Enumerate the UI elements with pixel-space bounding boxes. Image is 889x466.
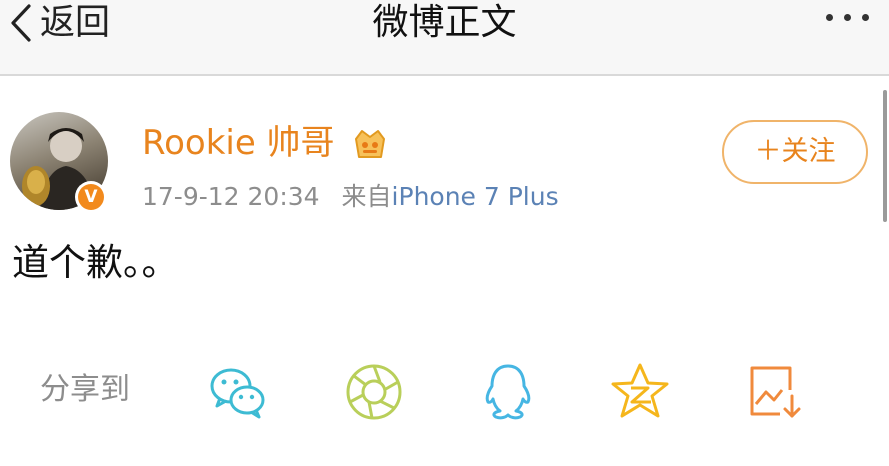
- dot: [844, 14, 851, 21]
- page-title: 微博正文: [372, 2, 517, 43]
- back-label: 返回: [40, 3, 111, 43]
- follow-button[interactable]: ＋关注: [722, 120, 868, 184]
- qzone-icon[interactable]: [608, 360, 672, 424]
- post-meta: 17-9-12 20:34 来自iPhone 7 Plus: [142, 178, 559, 216]
- save-image-icon[interactable]: [744, 360, 808, 424]
- chevron-left-icon: [11, 4, 31, 42]
- post-source[interactable]: iPhone 7 Plus: [392, 182, 559, 211]
- top-navbar: 返回 微博正文: [0, 0, 889, 76]
- back-button[interactable]: 返回: [8, 0, 110, 46]
- vip-crown-icon: [355, 130, 385, 158]
- post-text: 道个歉。。: [12, 241, 179, 284]
- source-prefix: 来自: [341, 182, 392, 211]
- author-name[interactable]: Rookie 帅哥: [142, 120, 335, 166]
- dot: [862, 14, 869, 21]
- moments-icon[interactable]: [342, 360, 406, 424]
- share-label: 分享到: [40, 372, 130, 407]
- dot: [826, 14, 833, 21]
- qq-icon[interactable]: [476, 360, 540, 424]
- wechat-icon[interactable]: [206, 360, 270, 424]
- post-timestamp: 17-9-12 20:34: [142, 182, 320, 211]
- scrollbar[interactable]: [883, 90, 887, 222]
- verified-icon: V: [78, 184, 104, 210]
- verified-badge: V: [75, 181, 107, 213]
- more-dots-icon[interactable]: [826, 14, 869, 21]
